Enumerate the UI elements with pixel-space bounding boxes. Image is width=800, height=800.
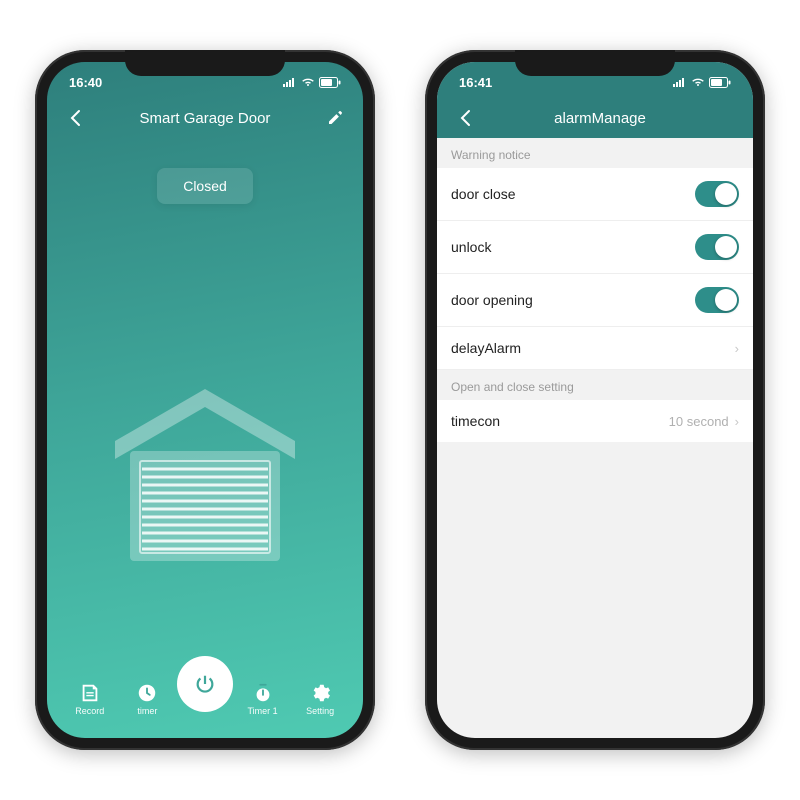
navbar: alarmManage: [437, 98, 753, 138]
section-warning: Warning notice: [437, 138, 753, 168]
page-title: Smart Garage Door: [140, 110, 271, 127]
bottom-power[interactable]: [181, 656, 229, 716]
battery-icon: [709, 77, 731, 88]
bottom-record-label: Record: [75, 706, 104, 716]
stopwatch-icon: [252, 682, 274, 704]
row-delay-alarm[interactable]: delayAlarm ›: [437, 327, 753, 370]
navbar: Smart Garage Door: [47, 98, 363, 138]
door-status-pill: Closed: [157, 168, 253, 204]
bottom-bar: Record timer Timer 1 Setting: [47, 656, 363, 724]
toggle-door-close[interactable]: [695, 181, 739, 207]
chevron-right-icon: ›: [735, 341, 739, 356]
back-button[interactable]: [61, 109, 89, 127]
signal-icon: [283, 77, 297, 87]
bottom-setting[interactable]: Setting: [296, 682, 344, 716]
notch: [515, 50, 675, 76]
clock-icon: [136, 682, 158, 704]
status-icons: [673, 77, 731, 88]
wifi-icon: [301, 77, 315, 87]
toggle-door-opening[interactable]: [695, 287, 739, 313]
signal-icon: [673, 77, 687, 87]
status-time: 16:41: [459, 75, 492, 90]
battery-icon: [319, 77, 341, 88]
screen: 16:40 Smart Garage Door Closed: [47, 62, 363, 738]
bottom-timer1[interactable]: Timer 1: [239, 682, 287, 716]
row-door-close[interactable]: door close: [437, 168, 753, 221]
bottom-timer[interactable]: timer: [123, 682, 171, 716]
status-icons: [283, 77, 341, 88]
row-timecon[interactable]: timecon 10 second ›: [437, 400, 753, 442]
record-icon: [79, 682, 101, 704]
chevron-right-icon: ›: [735, 414, 739, 429]
gear-icon: [309, 682, 331, 704]
section-openclose: Open and close setting: [437, 370, 753, 400]
garage-icon: [100, 371, 310, 571]
bottom-setting-label: Setting: [306, 706, 334, 716]
row-label: delayAlarm: [451, 340, 521, 356]
chevron-left-icon: [69, 109, 81, 127]
row-label: timecon: [451, 413, 500, 429]
row-unlock[interactable]: unlock: [437, 221, 753, 274]
row-door-opening[interactable]: door opening: [437, 274, 753, 327]
phone-left: 16:40 Smart Garage Door Closed: [35, 50, 375, 750]
row-label: door opening: [451, 292, 533, 308]
pencil-icon: [327, 110, 343, 126]
row-value: 10 second: [669, 414, 729, 429]
bottom-record[interactable]: Record: [66, 682, 114, 716]
page-title: alarmManage: [461, 110, 739, 127]
notch: [125, 50, 285, 76]
edit-button[interactable]: [321, 110, 349, 126]
status-time: 16:40: [69, 75, 102, 90]
screen: 16:41 alarmManage Warning notice door cl…: [437, 62, 753, 738]
power-button[interactable]: [177, 656, 233, 712]
bottom-timer-label: timer: [137, 706, 157, 716]
bottom-timer1-label: Timer 1: [247, 706, 277, 716]
wifi-icon: [691, 77, 705, 87]
row-label: unlock: [451, 239, 491, 255]
phone-right: 16:41 alarmManage Warning notice door cl…: [425, 50, 765, 750]
power-icon: [194, 673, 216, 695]
toggle-unlock[interactable]: [695, 234, 739, 260]
row-label: door close: [451, 186, 516, 202]
door-status-label: Closed: [183, 178, 227, 194]
